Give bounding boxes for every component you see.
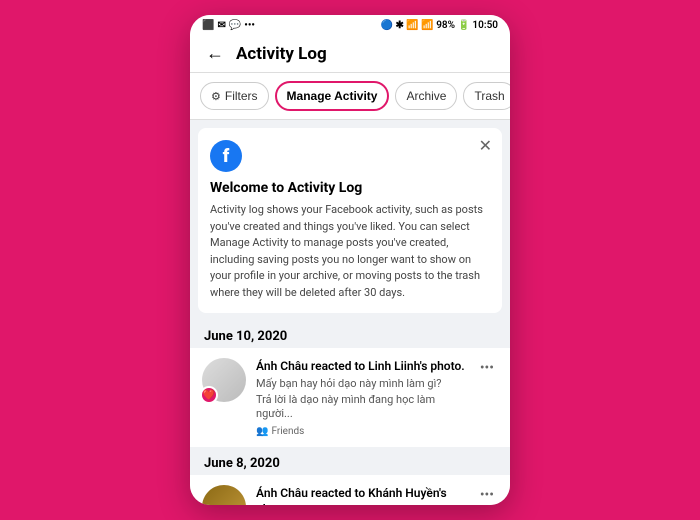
page-title: Activity Log <box>236 44 327 64</box>
facebook-logo: f <box>210 140 242 172</box>
avatar-wrap: ❤️ <box>202 358 246 402</box>
item-content: Ánh Châu reacted to Linh Liinh's photo. … <box>256 358 466 437</box>
tab-archive-label: Archive <box>406 89 446 103</box>
tabs-bar: ⚙ Filters Manage Activity Archive Trash <box>190 73 510 120</box>
tab-trash-label: Trash <box>474 89 504 103</box>
status-icon-msg: 💬 <box>229 20 241 31</box>
activity-item: ❤️ Ánh Châu reacted to Linh Liinh's phot… <box>190 348 510 448</box>
status-bar: ⬛ ✉ 💬 ••• 🔵 ✱ 📶 📶 98% 🔋 10:50 <box>190 15 510 35</box>
avatar <box>202 485 246 505</box>
welcome-title: Welcome to Activity Log <box>210 180 490 196</box>
activity-item: ❤️ Ánh Châu reacted to Khánh Huyền's pho… <box>190 475 510 505</box>
phone-frame: ⬛ ✉ 💬 ••• 🔵 ✱ 📶 📶 98% 🔋 10:50 ← Activity… <box>190 15 510 505</box>
tab-filters[interactable]: ⚙ Filters <box>200 82 269 110</box>
status-icons-right: 🔵 ✱ 📶 📶 98% 🔋 10:50 <box>381 20 498 31</box>
more-options-button[interactable]: ••• <box>476 358 498 378</box>
tab-trash[interactable]: Trash <box>463 82 510 110</box>
status-icon-mail: ✉ <box>217 20 225 31</box>
item-sub2: Trả lời là dạo này mình đang học làm ngư… <box>256 393 466 422</box>
privacy-icon: 👥 <box>256 426 268 437</box>
item-content: Ánh Châu reacted to Khánh Huyền's photo.… <box>256 485 466 505</box>
status-time: 🔵 ✱ 📶 📶 98% 🔋 10:50 <box>381 20 498 31</box>
app-header: ← Activity Log <box>190 35 510 73</box>
item-privacy: 👥 Friends <box>256 426 466 437</box>
privacy-label: Friends <box>271 426 304 437</box>
close-welcome-button[interactable]: ✕ <box>479 138 492 154</box>
date-header-june8: June 8, 2020 <box>190 448 510 475</box>
more-options-button[interactable]: ••• <box>476 485 498 505</box>
item-title: Ánh Châu reacted to Khánh Huyền's photo. <box>256 485 466 505</box>
back-button[interactable]: ← <box>206 43 224 64</box>
reaction-badge: ❤️ <box>200 386 218 404</box>
tab-manage-activity[interactable]: Manage Activity <box>275 81 390 111</box>
filter-icon: ⚙ <box>211 90 221 103</box>
main-content: f ✕ Welcome to Activity Log Activity log… <box>190 120 510 505</box>
status-icons-left: ⬛ ✉ 💬 ••• <box>202 20 255 31</box>
tab-manage-activity-label: Manage Activity <box>287 89 378 103</box>
tab-archive[interactable]: Archive <box>395 82 457 110</box>
tab-filters-label: Filters <box>225 89 258 103</box>
status-icon-more: ••• <box>244 20 255 31</box>
item-title: Ánh Châu reacted to Linh Liinh's photo. <box>256 358 466 375</box>
welcome-card: f ✕ Welcome to Activity Log Activity log… <box>198 128 502 313</box>
avatar-wrap: ❤️ <box>202 485 246 505</box>
welcome-body: Activity log shows your Facebook activit… <box>210 202 490 301</box>
status-icon-sim: ⬛ <box>202 20 214 31</box>
date-header-june10: June 10, 2020 <box>190 321 510 348</box>
item-sub: Mấy bạn hay hỏi dạo này mình làm gì? <box>256 377 466 391</box>
